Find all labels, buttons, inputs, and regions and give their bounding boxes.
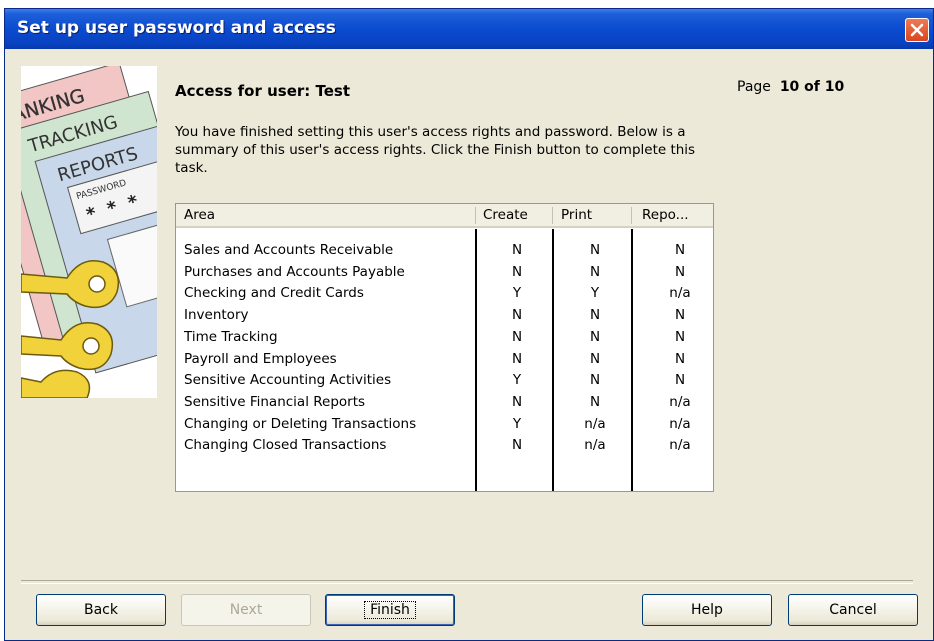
row-area-cell: Purchases and Accounts Payable [184, 263, 405, 280]
back-button[interactable]: Back [36, 594, 166, 626]
row-access-cell: N [511, 393, 523, 410]
page-indicator: Page 10 of 10 [737, 79, 844, 95]
description-text: You have finished setting this user's ac… [175, 124, 696, 176]
next-button-label: Next [229, 602, 263, 618]
help-button-label: Help [691, 602, 723, 618]
row-area-cell: Payroll and Employees [184, 350, 337, 367]
row-access-cell: Y [512, 415, 522, 432]
row-access-cell: N [511, 242, 523, 258]
row-area-cell: Inventory [184, 307, 249, 324]
row-area-cell: Checking and Credit Cards [184, 285, 364, 302]
back-button-label: Back [84, 602, 118, 618]
column-header-reports[interactable]: Repo... [642, 207, 689, 223]
close-icon [910, 23, 924, 37]
row-access-cell: N [674, 242, 686, 258]
dialog-window: Set up user password and access BANKING … [4, 8, 934, 641]
row-access-cell: N [511, 328, 523, 345]
finish-button[interactable]: Finish [325, 594, 455, 626]
row-access-cell: n/a [584, 437, 606, 454]
row-access-cell: N [674, 307, 686, 324]
column-header-create[interactable]: Create [483, 207, 528, 223]
row-access-cell: N [589, 263, 601, 280]
row-access-cell: N [589, 328, 601, 345]
column-line [475, 229, 477, 491]
row-access-cell: N [674, 263, 686, 280]
title-bar: Set up user password and access [5, 9, 933, 49]
column-divider[interactable] [552, 207, 553, 224]
row-access-cell: N [674, 350, 686, 367]
row-access-cell: N [589, 372, 601, 389]
row-access-cell: N [511, 437, 523, 454]
row-access-cell: N [674, 372, 686, 389]
page-label: Page [737, 79, 771, 95]
row-area-cell: Sensitive Financial Reports [184, 393, 366, 410]
close-button[interactable] [905, 18, 929, 42]
row-access-cell: n/a [669, 285, 691, 302]
finish-button-label: Finish [364, 601, 416, 619]
row-access-cell: N [674, 328, 686, 345]
row-access-cell: Y [512, 372, 522, 389]
row-access-cell: N [589, 350, 601, 367]
row-access-cell: N [589, 393, 601, 410]
window-title: Set up user password and access [17, 18, 336, 38]
column-header-area[interactable]: Area [184, 207, 215, 223]
table-header: Area Create Print Repo... [176, 204, 713, 228]
row-access-cell: Y [590, 285, 600, 302]
row-access-cell: N [511, 263, 523, 280]
row-access-cell: N [589, 242, 601, 258]
row-access-cell: N [589, 307, 601, 324]
row-access-cell: n/a [669, 393, 691, 410]
help-button[interactable]: Help [642, 594, 772, 626]
row-area-cell: Time Tracking [184, 328, 278, 345]
page-heading: Access for user: Test [175, 82, 351, 100]
row-area-cell: Changing Closed Transactions [184, 437, 387, 454]
row-access-cell: N [511, 350, 523, 367]
access-summary-table[interactable]: Area Create Print Repo... Sales and Acco… [175, 203, 714, 492]
row-access-cell: N [511, 307, 523, 324]
banking-illustration: BANKING TRACKING REPORTS PASSWORD * * * [21, 66, 157, 398]
row-access-cell: n/a [669, 415, 691, 432]
row-access-cell: n/a [669, 437, 691, 454]
column-divider[interactable] [475, 207, 476, 224]
row-area-cell: Sensitive Accounting Activities [184, 372, 392, 389]
column-line [552, 229, 554, 491]
page-number: 10 of 10 [779, 79, 845, 95]
bottom-separator [21, 580, 913, 584]
row-access-cell: Y [512, 285, 522, 302]
row-area-cell: Sales and Accounts Receivable [184, 242, 394, 258]
column-header-print[interactable]: Print [561, 207, 592, 223]
row-access-cell: n/a [584, 415, 606, 432]
cancel-button-label: Cancel [829, 602, 877, 618]
column-divider[interactable] [631, 207, 632, 224]
cancel-button[interactable]: Cancel [788, 594, 918, 626]
next-button[interactable]: Next [181, 594, 311, 626]
column-line [631, 229, 633, 491]
row-area-cell: Changing or Deleting Transactions [184, 415, 417, 432]
